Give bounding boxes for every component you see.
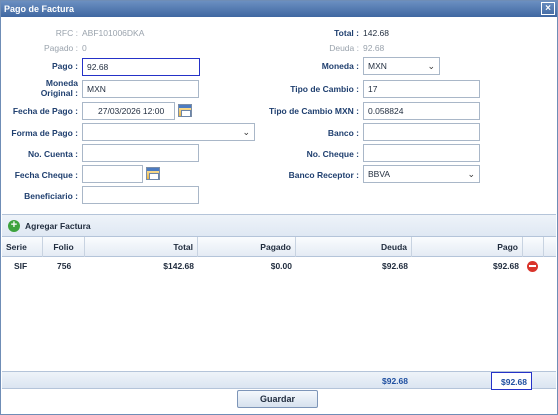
beneficiario-field[interactable] [82, 186, 199, 204]
remove-icon[interactable] [527, 261, 538, 272]
no-cuenta-label: No. Cuenta : [27, 149, 78, 159]
banco-receptor-select-value: BBVA [368, 169, 391, 179]
close-icon[interactable]: × [541, 2, 555, 15]
invoice-toolbar: + Agregar Factura [2, 214, 556, 237]
payment-dialog: Pago de Factura × RFC : ABF101006DKA Tot… [0, 0, 558, 415]
moneda-original-field[interactable]: MXN [82, 80, 199, 98]
col-actions [523, 237, 544, 257]
calendar-icon[interactable] [146, 167, 160, 180]
footer-deuda-total: $92.68 [382, 376, 408, 386]
grid-footer: $92.68 $92.68 [2, 371, 556, 390]
dialog-titlebar: Pago de Factura × [1, 1, 557, 17]
forma-pago-select[interactable]: ⌄ [82, 123, 255, 141]
moneda-select[interactable]: MXN ⌄ [363, 57, 440, 75]
pago-label: Pago : [52, 61, 78, 71]
tipo-cambio-field[interactable]: 17 [363, 80, 480, 98]
invoice-grid-header: Serie Folio Total Pagado Deuda Pago [2, 237, 556, 257]
chevron-down-icon: ⌄ [242, 127, 250, 137]
cell-deuda: $92.68 [382, 261, 408, 271]
banco-receptor-select[interactable]: BBVA ⌄ [363, 165, 480, 183]
no-cheque-field[interactable] [363, 144, 480, 162]
chevron-down-icon: ⌄ [467, 169, 475, 179]
no-cuenta-field[interactable] [82, 144, 199, 162]
no-cheque-label: No. Cheque : [306, 149, 359, 159]
col-folio[interactable]: Folio [43, 237, 85, 257]
fecha-pago-input[interactable]: 27/03/2026 12:00 [82, 102, 175, 120]
rfc-value: ABF101006DKA [82, 28, 145, 38]
banco-field[interactable] [363, 123, 480, 141]
tipo-cambio-mxn-label: Tipo de Cambio MXN : [268, 106, 359, 116]
dialog-title: Pago de Factura [4, 4, 75, 14]
rfc-label: RFC : [55, 28, 78, 38]
pagado-value: 0 [82, 43, 87, 53]
tipo-cambio-label: Tipo de Cambio : [290, 84, 359, 94]
moneda-select-value: MXN [368, 61, 387, 71]
fecha-cheque-label: Fecha Cheque : [14, 170, 78, 180]
banco-receptor-label: Banco Receptor : [288, 170, 359, 180]
pago-input[interactable]: 92.68 [82, 58, 200, 76]
add-icon[interactable]: + [8, 220, 20, 232]
cell-pagado: $0.00 [270, 261, 292, 271]
total-label: Total : [334, 28, 359, 38]
moneda-label: Moneda : [321, 61, 359, 71]
moneda-original-label-line1: Moneda [45, 78, 78, 88]
cell-folio: 756 [57, 261, 72, 271]
pagado-label: Pagado : [43, 43, 78, 53]
add-invoice-button[interactable]: Agregar Factura [25, 221, 91, 231]
moneda-original-label: Moneda Original : [21, 78, 78, 98]
footer-pago-total: $92.68 [491, 372, 532, 390]
deuda-label: Deuda : [329, 43, 359, 53]
cell-pago[interactable]: $92.68 [412, 258, 523, 274]
banco-label: Banco : [327, 128, 359, 138]
col-deuda[interactable]: Deuda [296, 237, 412, 257]
moneda-original-label-line2: Original : [40, 88, 78, 98]
deuda-value: 92.68 [363, 43, 385, 53]
col-total[interactable]: Total [85, 237, 198, 257]
beneficiario-label: Beneficiario : [24, 191, 78, 201]
col-serie[interactable]: Serie [2, 237, 43, 257]
save-button[interactable]: Guardar [237, 390, 318, 408]
cell-total: $142.68 [163, 261, 194, 271]
total-value: 142.68 [363, 28, 389, 38]
fecha-pago-label: Fecha de Pago : [12, 106, 78, 116]
fecha-cheque-input[interactable] [82, 165, 143, 183]
cell-serie: SIF [14, 261, 28, 271]
col-pago[interactable]: Pago [412, 237, 523, 257]
chevron-down-icon: ⌄ [427, 61, 435, 71]
forma-pago-label: Forma de Pago : [11, 128, 78, 138]
tipo-cambio-mxn-field[interactable]: 0.058824 [363, 102, 480, 120]
col-pagado[interactable]: Pagado [198, 237, 296, 257]
calendar-icon[interactable] [178, 104, 192, 117]
